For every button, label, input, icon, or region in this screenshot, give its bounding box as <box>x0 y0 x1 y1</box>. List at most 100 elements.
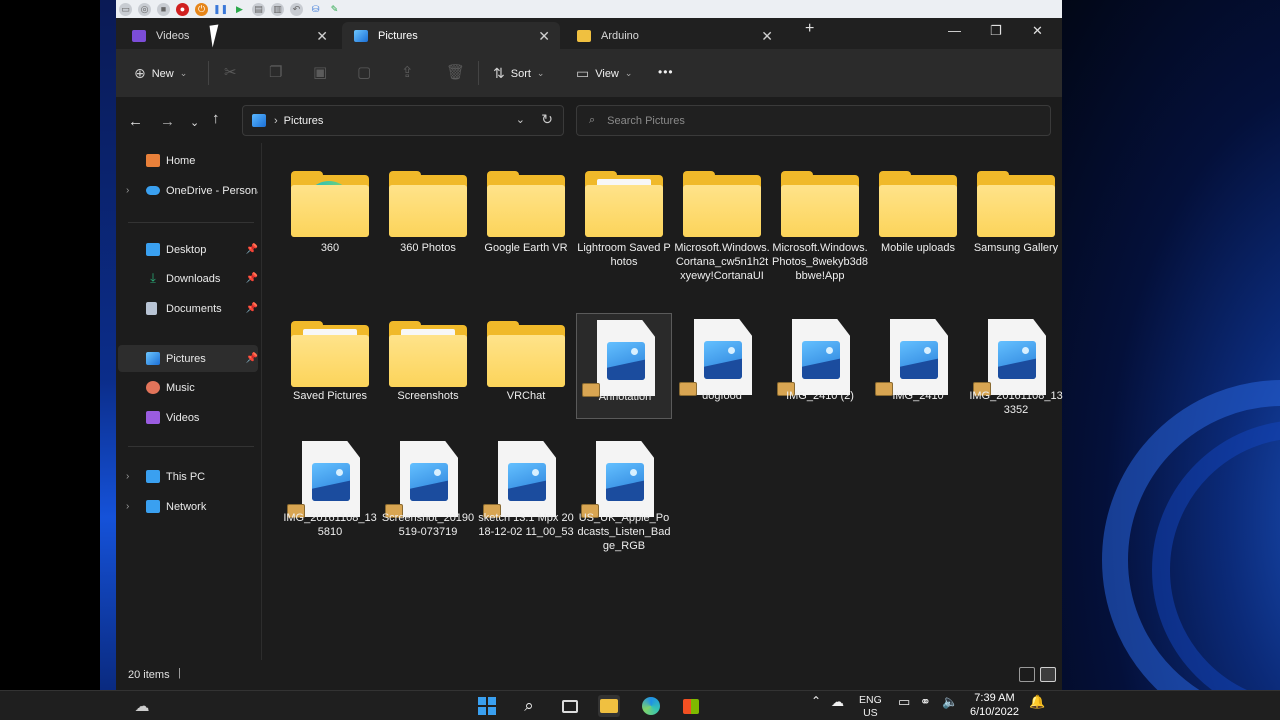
notification-icon[interactable]: 🔔 <box>1029 694 1045 710</box>
task-view-icon[interactable] <box>559 695 581 717</box>
large-icons-view-icon[interactable] <box>1040 667 1056 682</box>
refresh-icon[interactable]: ↻ <box>541 111 553 128</box>
file-explorer-window: Videos ✕ Pictures ✕ Arduino ✕ + — ❐ ✕ ⊕ … <box>116 18 1064 690</box>
edge-icon[interactable] <box>640 695 662 717</box>
rename-icon[interactable]: ▢ <box>357 63 371 81</box>
tab-videos[interactable]: Videos ✕ <box>120 22 338 49</box>
folder-item-vrchat[interactable]: VRChat <box>478 313 574 419</box>
file-item-img-2410[interactable]: IMG_2410 <box>870 313 966 419</box>
forward-arrow-icon[interactable]: → <box>160 113 175 130</box>
network-share-icon[interactable]: ⛁ <box>309 3 322 16</box>
file-item-img-20161108-133352[interactable]: IMG_20161108_133352 <box>968 313 1064 419</box>
clock[interactable]: 7:39 AM 6/10/2022 <box>970 691 1019 719</box>
play-icon[interactable]: ▶ <box>233 3 246 16</box>
file-item-dogfood[interactable]: dogfood <box>674 313 770 419</box>
details-view-icon[interactable] <box>1019 667 1035 682</box>
minimize-button[interactable]: — <box>948 23 961 38</box>
settings-icon[interactable]: ◎ <box>138 2 151 16</box>
sidebar-item-downloads[interactable]: ⤓ Downloads 📌 <box>118 265 258 292</box>
plus-circle-icon: ⊕ <box>134 65 146 81</box>
sidebar-item-videos[interactable]: Videos <box>118 404 258 431</box>
sidebar-item-home[interactable]: Home <box>118 147 258 174</box>
close-tab-icon[interactable]: ✕ <box>316 28 328 45</box>
recent-chevron-icon[interactable]: ⌄ <box>190 116 199 129</box>
expand-chevron-icon[interactable]: › <box>126 501 129 512</box>
folder-item-360[interactable]: 360 <box>282 163 378 269</box>
close-tab-icon[interactable]: ✕ <box>761 28 773 45</box>
new-tab-button[interactable]: + <box>805 20 814 38</box>
clipboard-icon[interactable]: ▥ <box>271 2 284 16</box>
start-icon[interactable] <box>476 695 498 717</box>
file-item-annotation[interactable]: Annotation <box>576 313 672 419</box>
up-arrow-icon[interactable]: ↑ <box>212 110 220 127</box>
sidebar-item-this-pc[interactable]: › This PC <box>118 463 258 490</box>
folder-item-saved-pictures[interactable]: Saved Pictures <box>282 313 378 419</box>
sidebar-item-onedrive[interactable]: › OneDrive - Personal <box>118 177 258 204</box>
sort-button[interactable]: ⇅ Sort ⌄ <box>493 65 544 82</box>
address-path[interactable]: Pictures <box>284 115 324 127</box>
file-item-img-20161108-135810[interactable]: IMG_20161108_135810 <box>282 435 378 541</box>
expand-chevron-icon[interactable]: › <box>126 471 129 482</box>
pin-icon[interactable]: 📌 <box>246 303 258 314</box>
store-icon[interactable] <box>680 695 702 717</box>
more-button[interactable]: ••• <box>658 65 674 79</box>
share-icon[interactable]: ⇪ <box>401 63 414 81</box>
pause-icon[interactable]: ❚❚ <box>213 3 228 16</box>
folder-item-microsoft-windows-photos-8wekyb3d8bbwe-app[interactable]: Microsoft.Windows.Photos_8wekyb3d8bbwe!A… <box>772 163 868 282</box>
chevron-up-icon[interactable]: ⌃ <box>811 694 821 708</box>
back-arrow-icon[interactable]: ← <box>128 113 143 130</box>
folder-item-mobile-uploads[interactable]: Mobile uploads <box>870 163 966 269</box>
onedrive-tray-icon[interactable]: ☁ <box>831 694 844 710</box>
close-button[interactable]: ✕ <box>1032 23 1043 39</box>
search-box[interactable]: ⌕ <box>576 105 1051 136</box>
power-icon[interactable]: ⏻ <box>195 2 208 16</box>
search-icon[interactable]: ⌕ <box>518 695 540 717</box>
stop-icon[interactable]: ■ <box>157 2 170 16</box>
pin-icon[interactable]: 📌 <box>246 353 258 364</box>
folder-item-google-earth-vr[interactable]: Google Earth VR <box>478 163 574 269</box>
folder-item-samsung-gallery[interactable]: Samsung Gallery <box>968 163 1064 269</box>
folder-item-lightroom-saved-photos[interactable]: Lightroom Saved Photos <box>576 163 672 269</box>
delete-icon[interactable]: 🗑 <box>446 63 465 81</box>
record-icon[interactable]: ● <box>176 2 189 16</box>
pin-icon[interactable]: 📌 <box>246 273 258 284</box>
sidebar-item-music[interactable]: Music <box>118 374 258 401</box>
expand-chevron-icon[interactable]: › <box>126 185 129 196</box>
search-input[interactable] <box>607 114 1008 127</box>
sidebar-item-desktop[interactable]: Desktop 📌 <box>118 236 258 263</box>
weather-icon[interactable]: ☁ <box>131 695 153 717</box>
folder-item-microsoft-windows-cortana-cw5n1h2txyewy-cortanaui[interactable]: Microsoft.Windows.Cortana_cw5n1h2txyewy!… <box>674 163 770 282</box>
close-tab-icon[interactable]: ✕ <box>538 28 550 45</box>
copy-icon[interactable]: ▤ <box>252 2 265 16</box>
copy-icon[interactable]: ❐ <box>269 63 282 81</box>
file-explorer-icon[interactable] <box>598 695 620 717</box>
language-indicator[interactable]: ENG US <box>859 694 882 720</box>
tools-icon[interactable]: ✎ <box>328 3 341 16</box>
tab-arduino[interactable]: Arduino ✕ <box>565 22 783 49</box>
file-item-sketch-13-1-mpx-2018-12-02-11-00-53[interactable]: sketch 13.1 Mpx 2018-12-02 11_00_53 <box>478 435 574 541</box>
tab-pictures[interactable]: Pictures ✕ <box>342 22 560 49</box>
new-button[interactable]: ⊕ New ⌄ <box>134 65 187 82</box>
undo-icon[interactable]: ↶ <box>290 2 303 16</box>
paste-icon[interactable]: ▣ <box>313 63 327 81</box>
sidebar-item-network[interactable]: › Network <box>118 493 258 520</box>
item-name: Lightroom Saved Photos <box>577 242 671 268</box>
network-tray-icon[interactable]: ⚭ <box>920 694 931 710</box>
folder-item-screenshots[interactable]: Screenshots <box>380 313 476 419</box>
cut-icon[interactable]: ✂ <box>224 63 237 81</box>
display-icon[interactable]: ▭ <box>898 694 910 710</box>
maximize-button[interactable]: ❐ <box>990 23 1002 39</box>
pin-icon[interactable]: 📌 <box>246 244 258 255</box>
file-item-screenshot-20190519-073719[interactable]: Screenshot_20190519-073719 <box>380 435 476 541</box>
screen-icon[interactable]: ▭ <box>119 2 132 16</box>
address-bar[interactable]: › Pictures ⌄ ↻ <box>242 105 564 136</box>
file-item-us-uk-apple-podcasts-listen-badge-rgb[interactable]: US_UK_Apple_Podcasts_Listen_Badge_RGB <box>576 435 672 552</box>
sidebar-item-documents[interactable]: Documents 📌 <box>118 295 258 322</box>
chevron-down-icon[interactable]: ⌄ <box>516 113 525 126</box>
view-button[interactable]: ▭ View ⌄ <box>576 65 632 82</box>
folder-item-360-photos[interactable]: 360 Photos <box>380 163 476 269</box>
item-name: Screenshot_20190519-073719 <box>381 512 475 538</box>
file-item-img-2410-2[interactable]: IMG_2410 (2) <box>772 313 868 419</box>
sidebar-item-pictures[interactable]: Pictures 📌 <box>118 345 258 372</box>
volume-icon[interactable]: 🔈 <box>942 694 958 710</box>
